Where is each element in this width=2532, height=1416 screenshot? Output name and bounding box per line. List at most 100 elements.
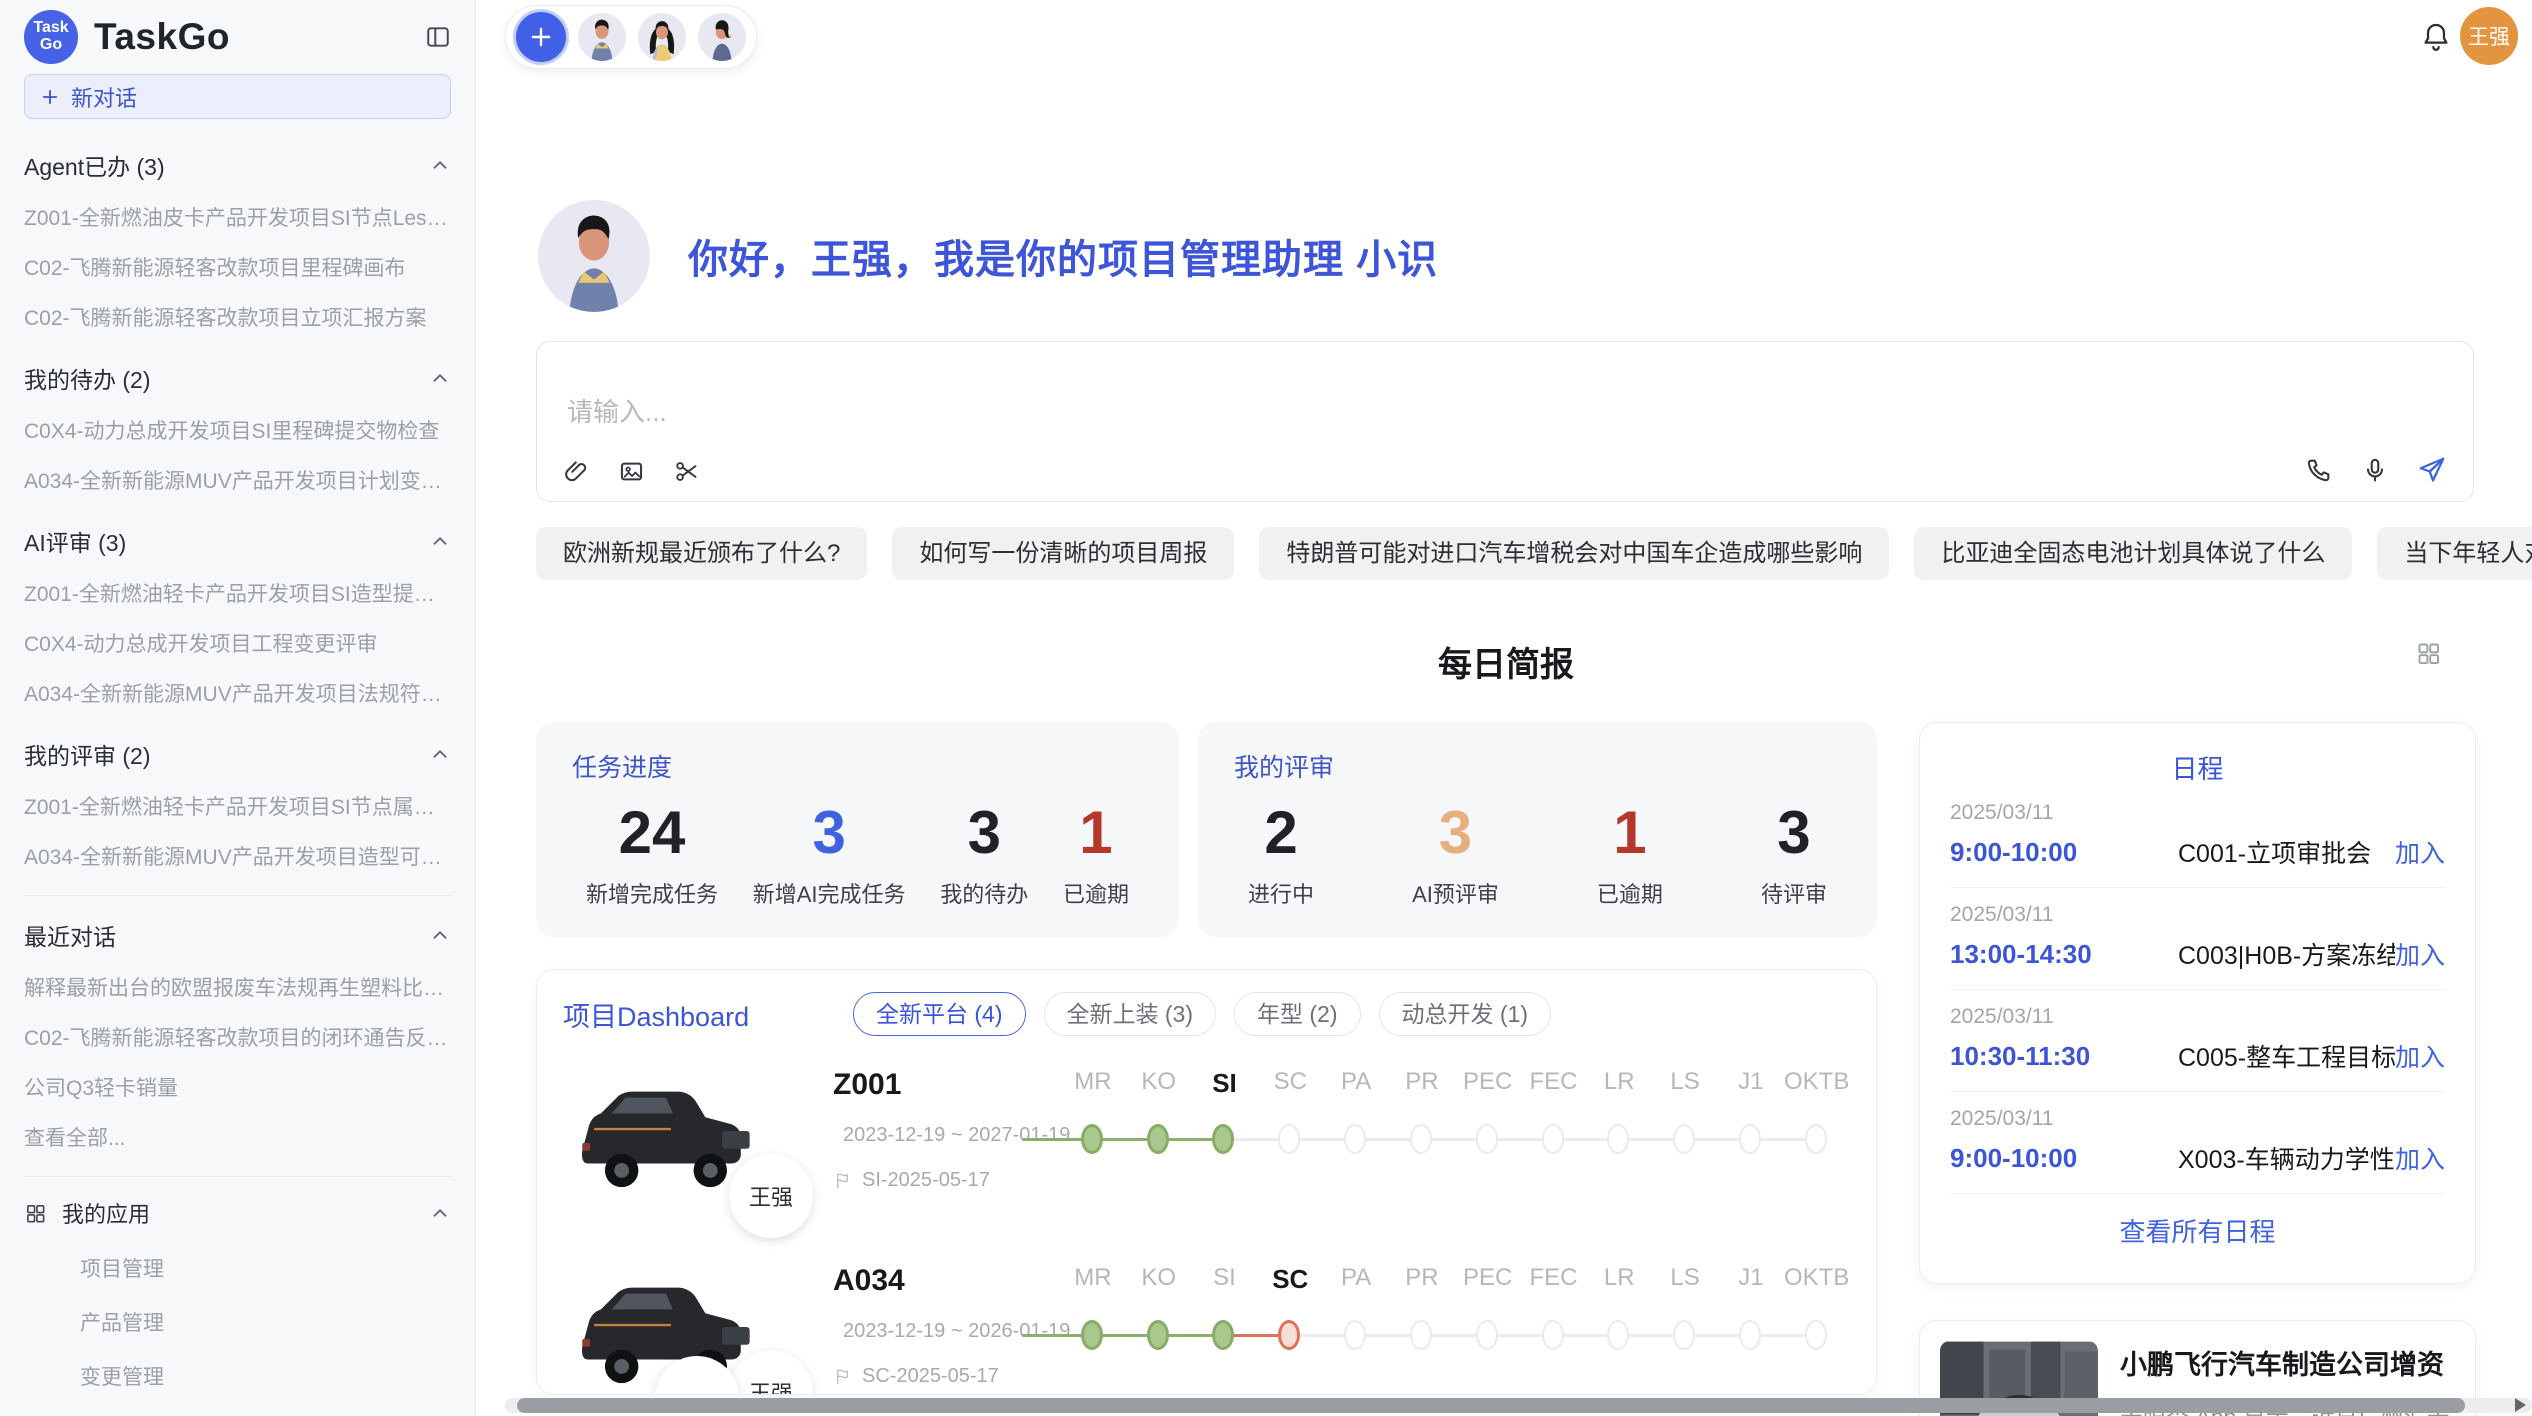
stat-pending-review: 3待评审 <box>1761 798 1827 909</box>
milestone-label: OKTB <box>1784 1264 1850 1295</box>
milestone-dot <box>1739 1320 1761 1350</box>
attachment-icon[interactable] <box>563 458 590 485</box>
milestone-labels: MRKOSISCPAPRPECFECLRLSJ1OKTB <box>1060 1264 1850 1295</box>
scissors-icon[interactable] <box>673 458 700 485</box>
project-owner-badge: 王强 <box>729 1154 813 1238</box>
project-row-z001[interactable]: 王强 Z001 2023-12-19 ~ 2027-01-19 SI-2025-… <box>563 1064 1850 1232</box>
sidebar-section-ai-review[interactable]: AI评审 (3) <box>24 524 451 558</box>
new-chat-button[interactable]: 新对话 <box>24 74 451 119</box>
logo-line2: Go <box>40 37 62 54</box>
stat-value: 3 <box>1412 798 1499 867</box>
milestone-label-current: SC <box>1257 1264 1323 1295</box>
event-time: 9:00-10:00 <box>1950 1143 2178 1174</box>
stat-value: 3 <box>1761 798 1827 867</box>
tab-new-platform[interactable]: 全新平台 (4) <box>853 992 1026 1036</box>
session-avatar[interactable] <box>578 13 626 61</box>
schedule-event: 2025/03/11 9:00-10:00X003-车辆动力学性能验...加入 <box>1950 1092 2445 1194</box>
milestone-dot <box>1147 1124 1169 1154</box>
session-avatar[interactable] <box>638 13 686 61</box>
suggestion-chip[interactable]: 如何写一份清晰的项目周报 <box>892 527 1234 580</box>
suggestion-chip[interactable]: 特朗普可能对进口汽车增税会对中国车企造成哪些影响 <box>1259 527 1889 580</box>
sidebar-section-my-todo[interactable]: 我的待办 (2) <box>24 361 451 395</box>
sidebar-item[interactable]: Z001-全新燃油轻卡产品开发项目SI节点属性5D文件评审 <box>24 791 451 821</box>
join-button[interactable]: 加入 <box>2395 834 2445 870</box>
tab-year-model[interactable]: 年型 (2) <box>1234 992 1361 1036</box>
sidebar-item[interactable]: A034-全新新能源MUV产品开发项目计划变更表编写 <box>24 465 451 495</box>
event-name: C001-立项审批会 <box>2178 834 2395 870</box>
stat-overdue: 1已逾期 <box>1597 798 1663 909</box>
milestone-dot <box>1212 1320 1234 1350</box>
milestone-dot <box>1805 1124 1827 1154</box>
phone-icon[interactable] <box>2305 456 2333 484</box>
notification-bell-icon[interactable] <box>2420 21 2452 53</box>
milestone-dot <box>1147 1320 1169 1350</box>
briefing-layout-icon[interactable] <box>2415 640 2442 667</box>
join-button[interactable]: 加入 <box>2395 1140 2445 1176</box>
send-icon[interactable] <box>2417 455 2447 485</box>
sidebar-item[interactable]: C02-飞腾新能源轻客改款项目里程碑画布 <box>24 252 451 282</box>
recent-conversation[interactable]: 解释最新出台的欧盟报废车法规再生塑料比例被调至15%... <box>24 972 451 1002</box>
tab-powertrain[interactable]: 动总开发 (1) <box>1379 992 1552 1036</box>
milestone-dot <box>1081 1124 1103 1154</box>
sidebar-item[interactable]: C0X4-动力总成开发项目工程变更评审 <box>24 628 451 658</box>
project-code: Z001 <box>833 1068 1053 1102</box>
recent-conversation[interactable]: 公司Q3轻卡销量 <box>24 1072 451 1102</box>
sidebar-item[interactable]: A034-全新新能源MUV产品开发项目造型可行性评审 <box>24 841 451 871</box>
sidebar-item[interactable]: C02-飞腾新能源轻客改款项目立项汇报方案 <box>24 302 451 332</box>
milestone-track: MRKOSISCPAPRPECFECLRLSJ1OKTB <box>1060 1260 1850 1395</box>
milestone-dot <box>1344 1320 1366 1350</box>
event-name: X003-车辆动力学性能验... <box>2178 1140 2395 1176</box>
stat-label: 进行中 <box>1248 877 1314 909</box>
tab-new-body[interactable]: 全新上装 (3) <box>1044 992 1217 1036</box>
chevron-up-icon <box>429 154 451 176</box>
app-link-project-mgmt[interactable]: 项目管理 <box>80 1253 451 1283</box>
suggestion-chip[interactable]: 当下年轻人对汽车外观有怎样的喜好趋势 <box>2377 527 2532 580</box>
milestone-label: SI <box>1192 1264 1258 1295</box>
stat-label: 已逾期 <box>1597 877 1663 909</box>
greeting-text: 你好，王强，我是你的项目管理助理 小识 <box>688 227 1438 285</box>
milestone-label: SC <box>1257 1068 1323 1099</box>
milestone-label: PA <box>1323 1264 1389 1295</box>
suggestion-chip[interactable]: 欧洲新规最近颁布了什么? <box>536 527 867 580</box>
stat-label: 我的待办 <box>940 877 1028 909</box>
my-review-title: 我的评审 <box>1234 748 1841 784</box>
sidebar-item[interactable]: A034-全新新能源MUV产品开发项目法规符合性评审 <box>24 678 451 708</box>
microphone-icon[interactable] <box>2361 456 2389 484</box>
recent-conversation[interactable]: C02-飞腾新能源轻客改款项目的闭环通告反馈情况 <box>24 1022 451 1052</box>
sidebar-item[interactable]: C0X4-动力总成开发项目SI里程碑提交物检查 <box>24 415 451 445</box>
suggestion-chip[interactable]: 比亚迪全固态电池计划具体说了什么 <box>1914 527 2352 580</box>
user-avatar[interactable]: 王强 <box>2460 7 2518 65</box>
chat-input[interactable] <box>567 392 2167 452</box>
app-link-change-mgmt[interactable]: 变更管理 <box>80 1361 451 1391</box>
event-time: 10:30-11:30 <box>1950 1041 2178 1072</box>
news-title: 小鹏飞行汽车制造公司增资 <box>2120 1343 2455 1382</box>
sidebar-section-my-review[interactable]: 我的评审 (2) <box>24 737 451 771</box>
sidebar-section-recent[interactable]: 最近对话 <box>24 918 451 952</box>
session-avatar[interactable] <box>698 13 746 61</box>
milestone-dots <box>1060 1307 1850 1371</box>
image-icon[interactable] <box>618 458 645 485</box>
event-name: C003|H0B-方案冻结评审 <box>2178 936 2395 972</box>
join-button[interactable]: 加入 <box>2395 1038 2445 1074</box>
milestone-dot <box>1476 1320 1498 1350</box>
sidebar-item[interactable]: Z001-全新燃油皮卡产品开发项目SI节点Lesson Learn报告 <box>24 202 451 232</box>
sidebar-section-agent-done[interactable]: Agent已办 (3) <box>24 148 451 182</box>
project-row-a034[interactable]: 王强 A034 2023-12-19 ~ 2026-01-19 SC-2025-… <box>563 1260 1850 1395</box>
view-all-schedule-link[interactable]: 查看所有日程 <box>1950 1212 2445 1249</box>
app-link-product-mgmt[interactable]: 产品管理 <box>80 1307 451 1337</box>
milestone-dot <box>1278 1124 1300 1154</box>
join-button[interactable]: 加入 <box>2395 936 2445 972</box>
suggestion-chips: 欧洲新规最近颁布了什么? 如何写一份清晰的项目周报 特朗普可能对进口汽车增税会对… <box>536 527 2532 580</box>
milestone-label: LS <box>1652 1068 1718 1099</box>
scrollbar-right-arrow[interactable] <box>2515 1398 2526 1412</box>
add-session-button[interactable] <box>516 12 566 62</box>
sidebar-item[interactable]: Z001-全新燃油轻卡产品开发项目SI造型提交物评审 <box>24 578 451 608</box>
view-all-conversations[interactable]: 查看全部... <box>24 1122 451 1152</box>
sidebar-collapse-icon[interactable] <box>425 24 451 50</box>
sidebar-my-apps[interactable]: 我的应用 <box>24 1197 451 1229</box>
stat-value: 3 <box>940 798 1028 867</box>
stat-in-progress: 2进行中 <box>1248 798 1314 909</box>
milestone-label: J1 <box>1718 1264 1784 1295</box>
section-title: 我的评审 (2) <box>24 737 151 771</box>
scrollbar-thumb[interactable] <box>517 1398 2465 1413</box>
